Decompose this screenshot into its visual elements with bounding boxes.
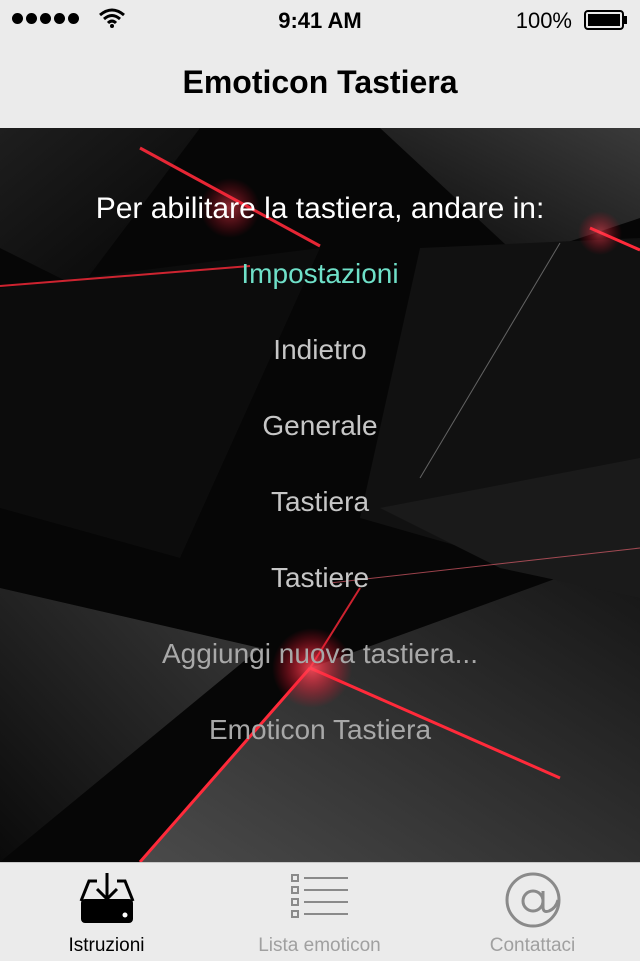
list-icon — [290, 874, 348, 918]
status-bar: 9:41 AM 100% — [0, 0, 640, 40]
instructions-panel: Per abilitare la tastiera, andare in: Im… — [0, 128, 640, 862]
at-sign-icon — [505, 872, 560, 928]
tab-label-contattaci: Contattaci — [489, 935, 576, 956]
step-generale: Generale — [262, 410, 378, 441]
instructions-heading: Per abilitare la tastiera, andare in: — [95, 192, 545, 225]
tab-label-istruzioni: Istruzioni — [68, 935, 145, 956]
step-tastiera: Tastiera — [270, 486, 370, 517]
download-tray-icon — [79, 873, 134, 923]
tab-contattaci[interactable]: Contattaci — [426, 863, 639, 961]
tab-label-lista-emoticon: Lista emoticon — [258, 935, 381, 956]
battery-percentage: 100% — [515, 8, 572, 33]
step-emoticon-tastiera: Emoticon Tastiera — [208, 714, 432, 745]
step-tastiere: Tastiere — [270, 562, 370, 593]
step-aggiungi-nuova-tastiera: Aggiungi nuova tastiera... — [162, 638, 478, 669]
tab-bar: Istruzioni Lista emoticon Contattaci — [0, 862, 640, 961]
navigation-bar: Emoticon Tastiera — [0, 40, 640, 128]
battery-icon — [584, 10, 627, 30]
step-impostazioni: Impostazioni — [241, 258, 399, 289]
nav-title: Emoticon Tastiera — [182, 64, 458, 100]
tab-lista-emoticon[interactable]: Lista emoticon — [213, 863, 426, 961]
tab-istruzioni[interactable]: Istruzioni — [0, 863, 213, 961]
step-indietro: Indietro — [273, 334, 367, 365]
